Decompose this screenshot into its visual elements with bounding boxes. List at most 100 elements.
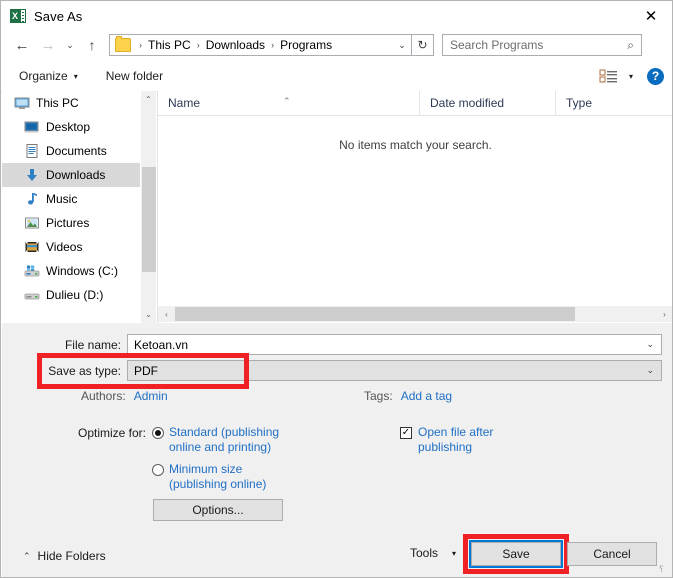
view-options-group: ▾ ? bbox=[599, 68, 664, 85]
chevron-down-icon: ▾ bbox=[74, 72, 78, 81]
title-bar: X Save As ✕ bbox=[1, 1, 673, 31]
breadcrumb-separator: › bbox=[134, 40, 147, 50]
new-folder-button[interactable]: New folder bbox=[100, 65, 169, 87]
search-icon: ⌕ bbox=[627, 38, 634, 53]
view-layout-icon[interactable] bbox=[599, 68, 619, 84]
file-list: Name ⌃ Date modified Type No items match… bbox=[157, 91, 673, 323]
breadcrumb-item-downloads[interactable]: Downloads bbox=[205, 38, 266, 52]
chevron-up-icon: ⌃ bbox=[23, 551, 31, 562]
organize-button[interactable]: Organize ▾ bbox=[13, 65, 84, 87]
back-icon[interactable]: ← bbox=[9, 32, 35, 58]
recent-locations-icon[interactable]: ⌄ bbox=[61, 32, 79, 58]
address-bar[interactable]: › This PC › Downloads › Programs ⌄ bbox=[109, 34, 412, 56]
up-icon[interactable]: ↑ bbox=[79, 32, 105, 58]
column-header-date-modified[interactable]: Date modified bbox=[420, 91, 556, 115]
tools-button[interactable]: Tools ▾ bbox=[410, 546, 456, 560]
hscrollbar-thumb[interactable] bbox=[175, 307, 575, 321]
sidebar-item-videos[interactable]: Videos bbox=[2, 235, 140, 259]
sidebar-item-dulieu-d[interactable]: Dulieu (D:) bbox=[2, 283, 140, 307]
column-headers: Name ⌃ Date modified Type bbox=[158, 91, 673, 116]
open-after-line2: publishing bbox=[418, 440, 472, 454]
navigation-bar: ← → ⌄ ↑ › This PC › Downloads › Programs… bbox=[1, 31, 673, 59]
radio-minimum-line2: (publishing online) bbox=[169, 477, 266, 491]
file-name-value: Ketoan.vn bbox=[134, 338, 188, 352]
sidebar-item-label: Videos bbox=[46, 240, 82, 254]
scroll-left-icon[interactable]: ‹ bbox=[158, 306, 175, 322]
save-as-type-value: PDF bbox=[134, 364, 158, 378]
file-name-row: File name: Ketoan.vn ⌄ bbox=[59, 334, 664, 355]
sidebar-item-music[interactable]: Music bbox=[2, 187, 140, 211]
scroll-right-icon[interactable]: › bbox=[656, 306, 673, 322]
column-header-name[interactable]: Name ⌃ bbox=[158, 91, 420, 115]
radio-standard-line1: Standard (publishing bbox=[169, 425, 279, 439]
search-input[interactable]: Search Programs ⌕ bbox=[442, 34, 642, 56]
sort-ascending-icon: ⌃ bbox=[283, 89, 291, 113]
radio-button-icon[interactable] bbox=[152, 427, 164, 439]
chevron-down-icon[interactable]: ⌄ bbox=[646, 339, 654, 350]
close-icon[interactable]: ✕ bbox=[628, 1, 673, 31]
sidebar-item-pictures[interactable]: Pictures bbox=[2, 211, 140, 235]
drive-windows-icon bbox=[24, 263, 40, 279]
sidebar-item-windows-c[interactable]: Windows (C:) bbox=[2, 259, 140, 283]
chevron-down-icon[interactable]: ⌄ bbox=[646, 365, 654, 376]
sidebar-item-label: Downloads bbox=[46, 168, 105, 182]
downloads-icon bbox=[24, 167, 40, 183]
radio-standard-label: Standard (publishing online and printing… bbox=[169, 425, 279, 455]
tags-label: Tags: bbox=[364, 389, 393, 403]
scroll-down-icon[interactable]: ⌄ bbox=[141, 306, 156, 323]
pictures-icon bbox=[24, 215, 40, 231]
file-name-input[interactable]: Ketoan.vn ⌄ bbox=[127, 334, 662, 355]
breadcrumb-item-this-pc[interactable]: This PC bbox=[147, 38, 192, 52]
documents-icon bbox=[24, 143, 40, 159]
sidebar-item-label: Music bbox=[46, 192, 77, 206]
radio-button-icon[interactable] bbox=[152, 464, 164, 476]
sidebar-item-this-pc[interactable]: This PC bbox=[2, 91, 140, 115]
save-as-dialog: X Save As ✕ ← → ⌄ ↑ › This PC › Download… bbox=[0, 0, 673, 578]
hide-folders-button[interactable]: ⌃ Hide Folders bbox=[23, 549, 106, 563]
sidebar-item-label: Documents bbox=[46, 144, 107, 158]
hide-folders-label: Hide Folders bbox=[38, 549, 106, 563]
open-after-publishing-checkbox-row[interactable]: ✓ Open file after publishing bbox=[400, 425, 580, 455]
radio-standard[interactable]: Standard (publishing online and printing… bbox=[152, 425, 332, 455]
open-after-publishing-label: Open file after publishing bbox=[418, 425, 493, 455]
scroll-up-icon[interactable]: ⌃ bbox=[141, 91, 156, 108]
sidebar-item-desktop[interactable]: Desktop bbox=[2, 115, 140, 139]
column-header-type[interactable]: Type bbox=[556, 91, 672, 115]
authors-value[interactable]: Admin bbox=[134, 389, 168, 403]
checkbox-icon[interactable]: ✓ bbox=[400, 427, 412, 439]
tags-row: Tags: Add a tag bbox=[364, 389, 452, 403]
forward-icon[interactable]: → bbox=[35, 32, 61, 58]
file-list-hscrollbar[interactable]: ‹ › bbox=[158, 306, 673, 322]
chevron-down-icon[interactable]: ⌄ bbox=[393, 40, 411, 51]
add-a-tag-link[interactable]: Add a tag bbox=[401, 389, 452, 403]
resize-grip-icon[interactable]: ⸮ bbox=[659, 564, 669, 574]
monitor-icon bbox=[14, 95, 30, 111]
cancel-button[interactable]: Cancel bbox=[567, 542, 657, 566]
sidebar-item-documents[interactable]: Documents bbox=[2, 139, 140, 163]
open-after-line1: Open file after bbox=[418, 425, 493, 439]
sidebar-scrollbar-thumb[interactable] bbox=[142, 167, 156, 272]
window-title: Save As bbox=[34, 9, 82, 24]
organize-label: Organize bbox=[19, 69, 68, 83]
file-name-label: File name: bbox=[59, 338, 121, 352]
radio-minimum-size[interactable]: Minimum size (publishing online) bbox=[152, 462, 332, 492]
options-button[interactable]: Options... bbox=[153, 499, 283, 521]
new-folder-label: New folder bbox=[106, 69, 163, 83]
view-chevron-down-icon[interactable]: ▾ bbox=[629, 72, 633, 81]
breadcrumb-item-programs[interactable]: Programs bbox=[279, 38, 333, 52]
breadcrumb-separator: › bbox=[266, 40, 279, 50]
refresh-icon[interactable]: ↻ bbox=[412, 34, 434, 56]
sidebar-item-label: Pictures bbox=[46, 216, 89, 230]
radio-minimum-line1: Minimum size bbox=[169, 462, 242, 476]
sidebar-scrollbar[interactable]: ⌃ ⌄ bbox=[140, 91, 156, 323]
save-as-type-select[interactable]: PDF ⌄ bbox=[127, 360, 662, 381]
sidebar-item-downloads[interactable]: Downloads bbox=[2, 163, 140, 187]
radio-minimum-label: Minimum size (publishing online) bbox=[169, 462, 266, 492]
authors-row: Authors: Admin bbox=[81, 389, 168, 403]
breadcrumb-separator: › bbox=[192, 40, 205, 50]
command-bar: Organize ▾ New folder ▾ ? bbox=[1, 61, 673, 92]
sidebar-item-label: Dulieu (D:) bbox=[46, 288, 103, 302]
folder-icon bbox=[115, 38, 131, 52]
radio-standard-line2: online and printing) bbox=[169, 440, 271, 454]
help-icon[interactable]: ? bbox=[647, 68, 664, 85]
